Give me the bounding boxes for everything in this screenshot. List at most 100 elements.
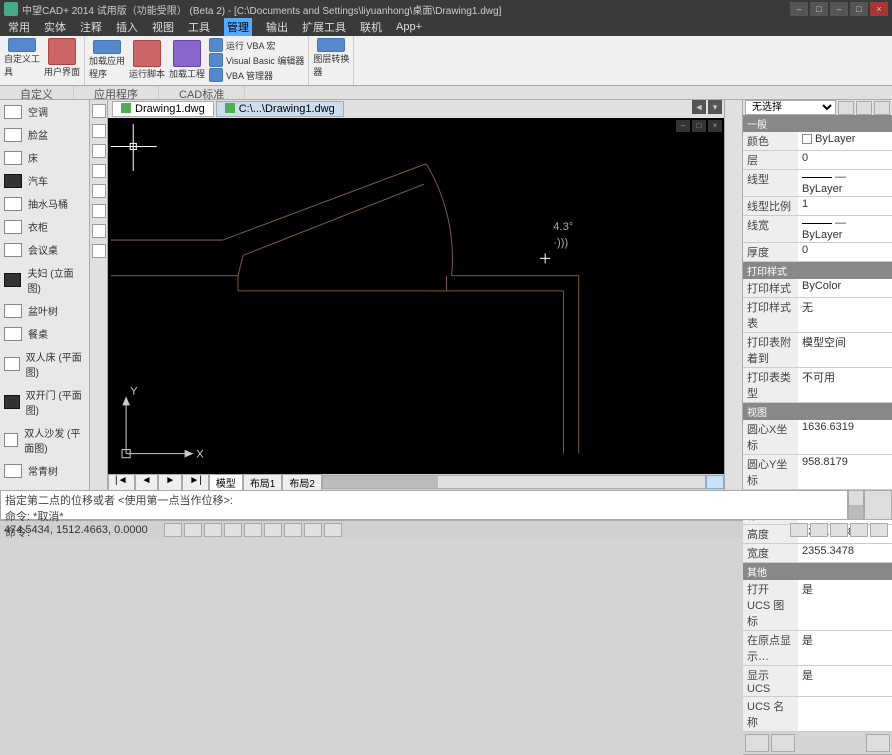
- tab-prev-button[interactable]: ◄: [692, 100, 706, 114]
- props-nav-1[interactable]: [745, 734, 769, 752]
- canvas-close-button[interactable]: ×: [708, 120, 722, 132]
- close-button[interactable]: ×: [870, 2, 888, 16]
- prop-row-3-1[interactable]: 在原点显示…是: [743, 631, 892, 666]
- ortho-toggle[interactable]: [204, 523, 222, 537]
- model-toggle[interactable]: [304, 523, 322, 537]
- ribbon-btn-1-0[interactable]: 加载应用程序: [89, 40, 125, 80]
- drawing-canvas[interactable]: – □ ×: [108, 118, 724, 474]
- palette-item-11[interactable]: 双开门 (平面图): [0, 383, 89, 421]
- grid-toggle[interactable]: [184, 523, 202, 537]
- palette-item-2[interactable]: 床: [0, 146, 89, 169]
- prop-row-2-4[interactable]: 宽度2355.3478: [743, 544, 892, 563]
- layout-tab-0[interactable]: 模型: [209, 474, 243, 491]
- ribbon-btn-1-1[interactable]: 运行脚本: [129, 40, 165, 80]
- vtool-7[interactable]: [92, 224, 106, 238]
- prop-row-3-0[interactable]: 打开 UCS 图标是: [743, 580, 892, 631]
- ribbon-btn-0-0[interactable]: 自定义工具: [4, 38, 40, 78]
- tab-menu-button[interactable]: ▾: [708, 100, 722, 114]
- status-r2[interactable]: [810, 523, 828, 537]
- prop-row-0-1[interactable]: 层0: [743, 151, 892, 170]
- snap-toggle[interactable]: [164, 523, 182, 537]
- palette-item-10[interactable]: 双人床 (平面图): [0, 345, 89, 383]
- restore-a-button[interactable]: □: [810, 2, 828, 16]
- menu-2[interactable]: 注释: [80, 19, 102, 35]
- layout-tab-2[interactable]: 布局2: [282, 474, 322, 491]
- canvas-max-button[interactable]: □: [692, 120, 706, 132]
- palette-item-12[interactable]: 双人沙发 (平面图): [0, 421, 89, 459]
- layout-tab-1[interactable]: 布局1: [243, 474, 283, 491]
- file-tab-0[interactable]: Drawing1.dwg: [112, 101, 214, 117]
- ribbon-small-1-0[interactable]: 运行 VBA 宏: [209, 38, 304, 52]
- layout-nav-0[interactable]: |◄: [108, 474, 135, 491]
- menu-10[interactable]: App+: [396, 21, 422, 33]
- vtool-5[interactable]: [92, 184, 106, 198]
- osnap-toggle[interactable]: [244, 523, 262, 537]
- props-btn-1[interactable]: [838, 101, 854, 115]
- status-r3[interactable]: [830, 523, 848, 537]
- otrack-toggle[interactable]: [264, 523, 282, 537]
- prop-row-2-1[interactable]: 圆心Y坐标958.8179: [743, 455, 892, 490]
- minimize-button[interactable]: –: [830, 2, 848, 16]
- prop-row-1-0[interactable]: 打印样式ByColor: [743, 279, 892, 298]
- palette-item-9[interactable]: 餐桌: [0, 322, 89, 345]
- minimize-a-button[interactable]: –: [790, 2, 808, 16]
- ribbon-btn-0-1[interactable]: 用户界面: [44, 38, 80, 78]
- status-r1[interactable]: [790, 523, 808, 537]
- props-btn-2[interactable]: [856, 101, 872, 115]
- prop-row-0-2[interactable]: 线型— ByLayer: [743, 170, 892, 197]
- menu-9[interactable]: 联机: [360, 19, 382, 35]
- props-nav-2[interactable]: [771, 734, 795, 752]
- menu-6[interactable]: 管理: [224, 18, 252, 36]
- vtool-1[interactable]: [92, 104, 106, 118]
- selection-filter[interactable]: 无选择: [745, 100, 836, 115]
- vtool-8[interactable]: [92, 244, 106, 258]
- menu-0[interactable]: 常用: [8, 19, 30, 35]
- palette-item-3[interactable]: 汽车: [0, 169, 89, 192]
- menu-1[interactable]: 实体: [44, 19, 66, 35]
- layout-nav-3[interactable]: ►|: [182, 474, 209, 491]
- menu-3[interactable]: 插入: [116, 19, 138, 35]
- prop-row-2-0[interactable]: 圆心X坐标1636.6319: [743, 420, 892, 455]
- palette-item-1[interactable]: 脸盆: [0, 123, 89, 146]
- canvas-min-button[interactable]: –: [676, 120, 690, 132]
- prop-row-0-0[interactable]: 颜色ByLayer: [743, 132, 892, 151]
- command-line[interactable]: 指定第二点的位移或者 <使用第一点当作位移>: 命令: *取消* 命令:: [0, 490, 848, 520]
- prop-row-0-4[interactable]: 线宽— ByLayer: [743, 216, 892, 243]
- palette-item-7[interactable]: 夫妇 (立面图): [0, 261, 89, 299]
- prop-row-0-3[interactable]: 线型比例1: [743, 197, 892, 216]
- palette-item-8[interactable]: 盆叶树: [0, 299, 89, 322]
- polar-toggle[interactable]: [224, 523, 242, 537]
- palette-item-4[interactable]: 抽水马桶: [0, 192, 89, 215]
- menu-5[interactable]: 工具: [188, 19, 210, 35]
- prop-row-3-3[interactable]: UCS 名称: [743, 697, 892, 732]
- palette-item-5[interactable]: 衣柜: [0, 215, 89, 238]
- palette-item-13[interactable]: 常青树: [0, 459, 89, 482]
- prop-row-3-2[interactable]: 显示 UCS是: [743, 666, 892, 697]
- menu-4[interactable]: 视图: [152, 19, 174, 35]
- palette-item-0[interactable]: 空调: [0, 100, 89, 123]
- prop-row-0-5[interactable]: 厚度0: [743, 243, 892, 262]
- vtool-4[interactable]: [92, 164, 106, 178]
- palette-item-6[interactable]: 会议桌: [0, 238, 89, 261]
- menu-8[interactable]: 扩展工具: [302, 19, 346, 35]
- prop-row-1-1[interactable]: 打印样式表无: [743, 298, 892, 333]
- file-tab-1[interactable]: C:\...\Drawing1.dwg: [216, 101, 344, 117]
- lwt-toggle[interactable]: [284, 523, 302, 537]
- layout-nav-2[interactable]: ►: [158, 474, 182, 491]
- dyn-toggle[interactable]: [324, 523, 342, 537]
- cmd-scroll-up[interactable]: [849, 491, 863, 505]
- status-r4[interactable]: [850, 523, 868, 537]
- prop-row-1-2[interactable]: 打印表附着到模型空间: [743, 333, 892, 368]
- cmd-side-button[interactable]: [864, 490, 892, 520]
- props-btn-3[interactable]: [874, 101, 890, 115]
- maximize-button[interactable]: □: [850, 2, 868, 16]
- vtool-3[interactable]: [92, 144, 106, 158]
- cmd-scroll-thumb[interactable]: [849, 505, 863, 519]
- menu-7[interactable]: 输出: [266, 19, 288, 35]
- ribbon-btn-2-0[interactable]: 图层转换器: [313, 38, 349, 78]
- ribbon-small-1-1[interactable]: Visual Basic 编辑器: [209, 53, 304, 67]
- ribbon-small-1-2[interactable]: VBA 管理器: [209, 68, 304, 82]
- horizontal-scrollbar[interactable]: [322, 475, 706, 489]
- ribbon-btn-1-2[interactable]: 加载工程: [169, 40, 205, 80]
- vtool-6[interactable]: [92, 204, 106, 218]
